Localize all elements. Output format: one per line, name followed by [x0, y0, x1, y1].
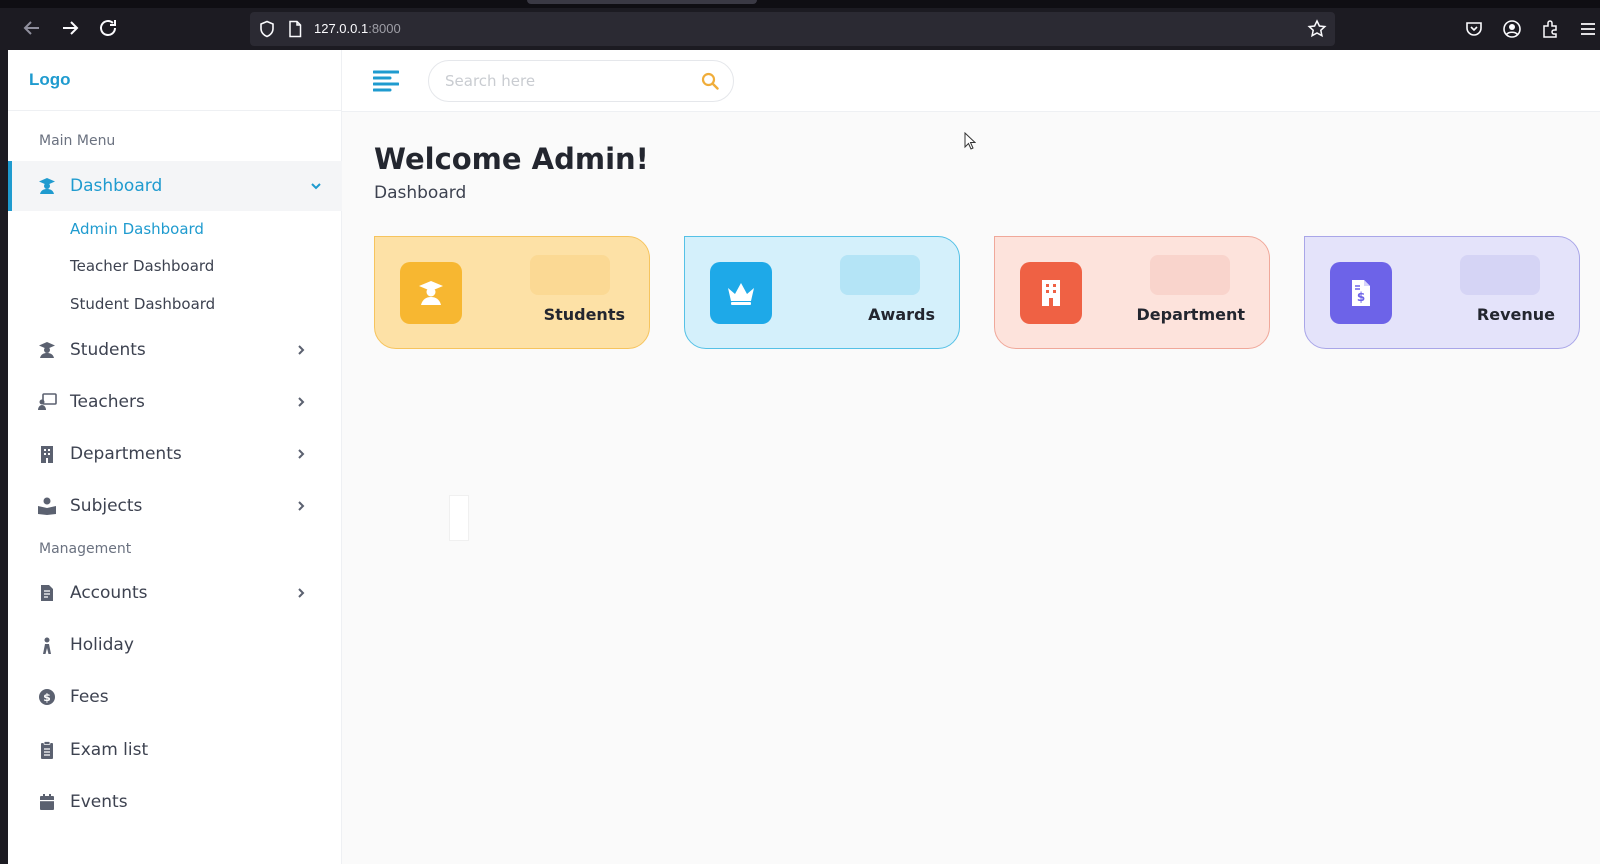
- card-decoration: [840, 255, 920, 295]
- crown-icon: [728, 283, 754, 305]
- submenu-student-dashboard[interactable]: Student Dashboard: [70, 295, 215, 313]
- menu-icon[interactable]: [1578, 19, 1598, 39]
- sidebar-item-holiday[interactable]: Holiday: [8, 620, 342, 670]
- top-header: [342, 50, 1600, 112]
- building-icon: [1042, 280, 1060, 306]
- card-label: Revenue: [1476, 305, 1555, 324]
- extensions-icon[interactable]: [1540, 19, 1560, 39]
- logo[interactable]: Logo: [29, 70, 71, 90]
- main-menu-title: Main Menu: [39, 133, 116, 149]
- dollar-icon: $: [37, 687, 57, 707]
- card-icon-box: [400, 262, 462, 324]
- stat-card-awards[interactable]: Awards: [684, 236, 960, 349]
- chevron-right-icon: [298, 501, 305, 511]
- dollar-file-icon: $: [1352, 280, 1370, 306]
- card-label: Students: [543, 305, 625, 324]
- stat-card-revenue[interactable]: $ Revenue: [1304, 236, 1580, 349]
- submenu-admin-dashboard[interactable]: Admin Dashboard: [70, 220, 204, 238]
- hamburger-menu-icon[interactable]: [373, 69, 399, 93]
- chevron-right-icon: [298, 588, 305, 598]
- student-icon: [37, 340, 57, 360]
- building-icon: [37, 444, 57, 464]
- graduate-icon: [419, 281, 443, 305]
- chevron-right-icon: [298, 449, 305, 459]
- back-icon[interactable]: [20, 16, 44, 40]
- sidebar-item-label: Departments: [70, 444, 182, 464]
- sidebar: Logo Main Menu Dashboard Admin Dashboard…: [8, 50, 342, 864]
- sidebar-item-label: Fees: [70, 687, 109, 707]
- clipboard-icon: [37, 740, 57, 760]
- sidebar-item-label: Holiday: [70, 635, 134, 655]
- chevron-right-icon: [298, 345, 305, 355]
- shield-icon[interactable]: [258, 20, 276, 38]
- card-decoration: [1150, 255, 1230, 295]
- stat-card-students[interactable]: Students: [374, 236, 650, 349]
- sidebar-item-label: Teachers: [70, 392, 145, 412]
- sidebar-item-label: Exam list: [70, 740, 149, 760]
- card-icon-box: [1020, 262, 1082, 324]
- sidebar-item-label: Accounts: [70, 583, 148, 603]
- card-decoration: [530, 255, 610, 295]
- card-decoration: [1460, 255, 1540, 295]
- divider: [8, 110, 342, 111]
- sidebar-item-label: Dashboard: [70, 176, 163, 196]
- teacher-icon: [37, 392, 57, 412]
- placeholder-element: [449, 495, 469, 541]
- sidebar-item-departments[interactable]: Departments: [8, 429, 342, 479]
- sidebar-item-label: Events: [70, 792, 128, 812]
- card-label: Awards: [868, 305, 935, 324]
- sidebar-item-label: Subjects: [70, 496, 143, 516]
- sidebar-item-teachers[interactable]: Teachers: [8, 377, 342, 427]
- card-icon-box: $: [1330, 262, 1392, 324]
- stat-card-department[interactable]: Department: [994, 236, 1270, 349]
- management-title: Management: [39, 541, 132, 557]
- sidebar-item-subjects[interactable]: Subjects: [8, 481, 342, 531]
- sidebar-item-label: Students: [70, 340, 146, 360]
- sidebar-item-accounts[interactable]: Accounts: [8, 568, 342, 618]
- forward-icon[interactable]: [58, 16, 82, 40]
- search-icon[interactable]: [701, 72, 719, 90]
- chevron-down-icon: [311, 183, 321, 190]
- browser-chrome: 127.0.0.1:8000: [0, 0, 1600, 50]
- holiday-icon: [37, 635, 57, 655]
- chevron-right-icon: [298, 397, 305, 407]
- submenu-teacher-dashboard[interactable]: Teacher Dashboard: [70, 257, 214, 275]
- pocket-icon[interactable]: [1464, 19, 1484, 39]
- active-tab-indicator[interactable]: [527, 0, 757, 4]
- calendar-icon: [37, 792, 57, 812]
- page-title: Welcome Admin!: [374, 142, 649, 176]
- search-box: [428, 60, 734, 102]
- search-input[interactable]: [445, 71, 685, 91]
- card-icon-box: [710, 262, 772, 324]
- url-text[interactable]: 127.0.0.1:8000: [314, 21, 401, 36]
- sidebar-item-events[interactable]: Events: [8, 777, 342, 827]
- reload-icon[interactable]: [96, 16, 120, 40]
- file-invoice-icon: [37, 583, 57, 603]
- sidebar-item-exam-list[interactable]: Exam list: [8, 725, 342, 775]
- bookmark-star-icon[interactable]: [1307, 19, 1327, 39]
- main-content: Welcome Admin! Dashboard Students Awards…: [342, 50, 1600, 864]
- card-label: Department: [1136, 305, 1245, 324]
- tab-strip: [0, 0, 1600, 8]
- sidebar-item-fees[interactable]: $ Fees: [8, 672, 342, 722]
- url-bar[interactable]: 127.0.0.1:8000: [250, 12, 1335, 46]
- svg-text:$: $: [43, 691, 51, 704]
- graduate-icon: [37, 176, 57, 196]
- mouse-cursor-icon: [964, 132, 976, 150]
- account-icon[interactable]: [1502, 19, 1522, 39]
- breadcrumb: Dashboard: [374, 183, 467, 203]
- svg-text:$: $: [1357, 290, 1365, 304]
- book-reader-icon: [37, 496, 57, 516]
- sidebar-item-dashboard[interactable]: Dashboard: [8, 161, 342, 211]
- sidebar-item-students[interactable]: Students: [8, 325, 342, 375]
- page-icon[interactable]: [286, 20, 304, 38]
